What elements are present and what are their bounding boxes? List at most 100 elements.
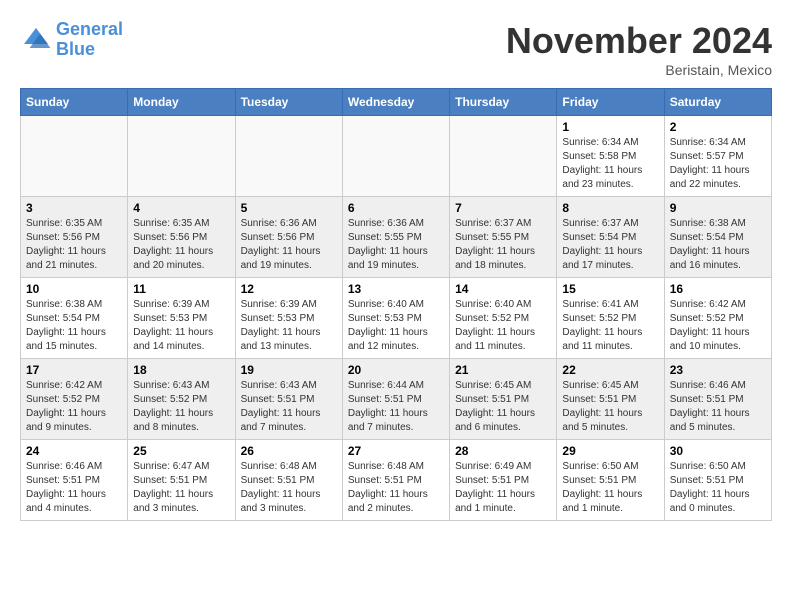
calendar-cell: 26Sunrise: 6:48 AMSunset: 5:51 PMDayligh… [235,440,342,521]
day-info: Sunrise: 6:38 AMSunset: 5:54 PMDaylight:… [670,217,766,273]
sunset-text: Sunset: 5:54 PM [670,231,766,245]
logo: General Blue [20,20,123,60]
calendar-cell: 20 Sunrise: 6:44 AMSunset: 5:51 PMDayligh… [342,359,449,440]
calendar-week-row: 17Sunrise: 6:42 AMSunset: 5:52 PMDayligh… [21,359,772,440]
sunset-text: Sunset: 5:55 PM [348,231,444,245]
sunset-text: Sunset: 5:51 PM [562,393,658,407]
calendar-cell: 1Sunrise: 6:34 AMSunset: 5:58 PMDaylight… [557,116,664,197]
sunset-text: Sunset: 5:54 PM [26,312,122,326]
sunrise-text: Sunrise: 6:47 AM [133,460,229,474]
sunset-text: Sunset: 5:57 PM [670,150,766,164]
day-info: Sunrise: 6:39 AMSunset: 5:53 PMDaylight:… [133,298,229,354]
weekday-header: Tuesday [235,89,342,116]
calendar-cell: 15 Sunrise: 6:41 AMSunset: 5:52 PMDayligh… [557,278,664,359]
day-number: 27 [348,444,444,458]
day-info: Sunrise: 6:47 AMSunset: 5:51 PMDaylight:… [133,460,229,516]
day-number: 20 [348,363,444,377]
sunrise-text: Sunrise: 6:38 AM [26,298,122,312]
calendar-cell: 30Sunrise: 6:50 AMSunset: 5:51 PMDayligh… [664,440,771,521]
sunrise-text: Sunrise: 6:39 AM [241,298,337,312]
sunset-text: Sunset: 5:53 PM [133,312,229,326]
sunrise-text: Sunrise: 6:39 AM [133,298,229,312]
day-info: Sunrise: 6:40 AMSunset: 5:53 PMDaylight:… [348,298,444,354]
calendar-cell [21,116,128,197]
day-info: Sunrise: 6:34 AMSunset: 5:58 PMDaylight:… [562,136,658,192]
day-info: Sunrise: 6:39 AMSunset: 5:53 PMDaylight:… [241,298,337,354]
calendar-cell: 25Sunrise: 6:47 AMSunset: 5:51 PMDayligh… [128,440,235,521]
daylight-text: Daylight: 11 hours and 14 minutes. [133,326,229,354]
calendar-cell: 24Sunrise: 6:46 AMSunset: 5:51 PMDayligh… [21,440,128,521]
daylight-text: Daylight: 11 hours and 1 minute. [455,488,551,516]
day-number: 22 [562,363,658,377]
day-info: Sunrise: 6:48 AMSunset: 5:51 PMDaylight:… [348,460,444,516]
calendar-cell: 18Sunrise: 6:43 AMSunset: 5:52 PMDayligh… [128,359,235,440]
location: Beristain, Mexico [506,62,772,78]
sunrise-text: Sunrise: 6:38 AM [670,217,766,231]
weekday-header: Sunday [21,89,128,116]
sunrise-text: Sunrise: 6:49 AM [455,460,551,474]
sunrise-text: Sunrise: 6:36 AM [348,217,444,231]
calendar-cell: 4Sunrise: 6:35 AMSunset: 5:56 PMDaylight… [128,197,235,278]
daylight-text: Daylight: 11 hours and 3 minutes. [133,488,229,516]
weekday-header: Monday [128,89,235,116]
day-number: 16 [670,282,766,296]
sunrise-text: Sunrise: 6:35 AM [133,217,229,231]
daylight-text: Daylight: 11 hours and 11 minutes. [455,326,551,354]
calendar-cell: 11Sunrise: 6:39 AMSunset: 5:53 PMDayligh… [128,278,235,359]
logo-text: General Blue [56,20,123,60]
day-number: 3 [26,201,122,215]
daylight-text: Daylight: 11 hours and 9 minutes. [26,407,122,435]
day-info: Sunrise: 6:35 AMSunset: 5:56 PMDaylight:… [133,217,229,273]
calendar-cell [235,116,342,197]
weekday-header: Friday [557,89,664,116]
day-info: Sunrise: 6:42 AMSunset: 5:52 PMDaylight:… [670,298,766,354]
sunset-text: Sunset: 5:56 PM [26,231,122,245]
calendar-cell: 3Sunrise: 6:35 AMSunset: 5:56 PMDaylight… [21,197,128,278]
sunset-text: Sunset: 5:51 PM [455,474,551,488]
sunset-text: Sunset: 5:53 PM [348,312,444,326]
calendar-cell [450,116,557,197]
day-info: Sunrise: 6:36 AMSunset: 5:56 PMDaylight:… [241,217,337,273]
sunset-text: Sunset: 5:51 PM [562,474,658,488]
sunset-text: Sunset: 5:54 PM [562,231,658,245]
sunset-text: Sunset: 5:51 PM [241,393,337,407]
daylight-text: Daylight: 11 hours and 19 minutes. [348,245,444,273]
day-number: 26 [241,444,337,458]
daylight-text: Daylight: 11 hours and 17 minutes. [562,245,658,273]
calendar-week-row: 1Sunrise: 6:34 AMSunset: 5:58 PMDaylight… [21,116,772,197]
calendar-week-row: 3Sunrise: 6:35 AMSunset: 5:56 PMDaylight… [21,197,772,278]
day-info: Sunrise: 6:46 AMSunset: 5:51 PMDaylight:… [670,379,766,435]
sunset-text: Sunset: 5:53 PM [241,312,337,326]
daylight-text: Daylight: 11 hours and 23 minutes. [562,164,658,192]
day-number: 15 [562,282,658,296]
daylight-text: Daylight: 11 hours and 11 minutes. [562,326,658,354]
calendar-cell: 27 Sunrise: 6:48 AMSunset: 5:51 PMDayligh… [342,440,449,521]
sunrise-text: Sunrise: 6:34 AM [562,136,658,150]
sunset-text: Sunset: 5:51 PM [348,393,444,407]
sunset-text: Sunset: 5:52 PM [26,393,122,407]
day-number: 28 [455,444,551,458]
day-info: Sunrise: 6:44 AMSunset: 5:51 PMDaylight:… [348,379,444,435]
day-info: Sunrise: 6:50 AMSunset: 5:51 PMDaylight:… [562,460,658,516]
weekday-header: Saturday [664,89,771,116]
calendar-cell: 8Sunrise: 6:37 AMSunset: 5:54 PMDaylight… [557,197,664,278]
day-number: 10 [26,282,122,296]
calendar-cell: 22Sunrise: 6:45 AMSunset: 5:51 PMDayligh… [557,359,664,440]
daylight-text: Daylight: 11 hours and 13 minutes. [241,326,337,354]
calendar-cell: 29Sunrise: 6:50 AMSunset: 5:51 PMDayligh… [557,440,664,521]
weekday-header: Wednesday [342,89,449,116]
calendar-cell: 23Sunrise: 6:46 AMSunset: 5:51 PMDayligh… [664,359,771,440]
sunset-text: Sunset: 5:52 PM [670,312,766,326]
daylight-text: Daylight: 11 hours and 16 minutes. [670,245,766,273]
sunrise-text: Sunrise: 6:43 AM [241,379,337,393]
day-number: 24 [26,444,122,458]
day-number: 2 [670,120,766,134]
calendar-cell: 12Sunrise: 6:39 AMSunset: 5:53 PMDayligh… [235,278,342,359]
sunrise-text: Sunrise: 6:48 AM [241,460,337,474]
sunrise-text: Sunrise: 6:48 AM [348,460,444,474]
calendar-cell: 6Sunrise: 6:36 AMSunset: 5:55 PMDaylight… [342,197,449,278]
calendar-cell: 14Sunrise: 6:40 AMSunset: 5:52 PMDayligh… [450,278,557,359]
sunset-text: Sunset: 5:51 PM [670,393,766,407]
calendar-cell: 2Sunrise: 6:34 AMSunset: 5:57 PMDaylight… [664,116,771,197]
day-info: Sunrise: 6:41 AMSunset: 5:52 PMDaylight:… [562,298,658,354]
